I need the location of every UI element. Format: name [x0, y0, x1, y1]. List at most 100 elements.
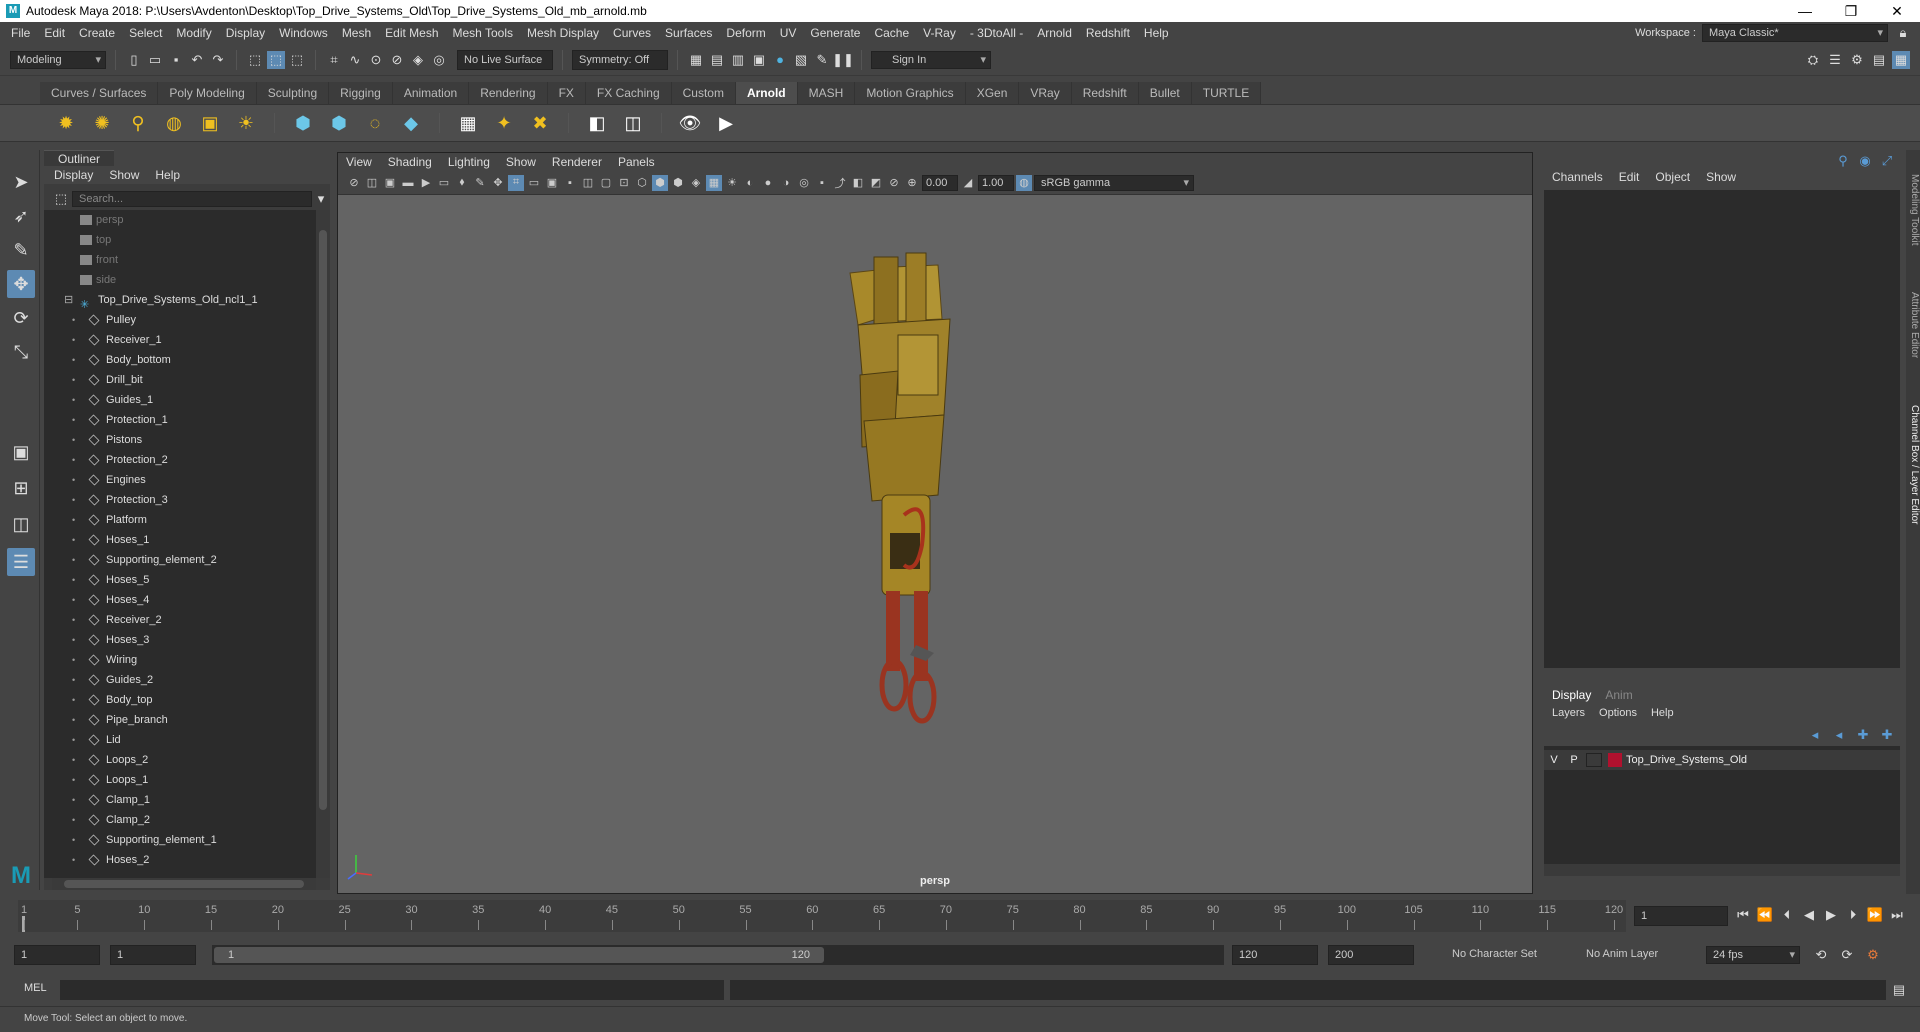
play-forward-icon[interactable]: ▶: [1822, 906, 1840, 924]
shelf-tab-vray[interactable]: VRay: [1019, 82, 1072, 104]
outliner-search-input[interactable]: Search...: [72, 191, 312, 207]
image-plane-icon[interactable]: ▬: [400, 175, 416, 191]
outliner-mesh-item[interactable]: Pistons •: [44, 430, 316, 450]
outliner-mesh-item[interactable]: Protection_3 •: [44, 490, 316, 510]
outliner-camera-item[interactable]: front: [44, 250, 316, 270]
outliner-mesh-item[interactable]: Body_bottom •: [44, 350, 316, 370]
layer-row[interactable]: V P Top_Drive_Systems_Old: [1544, 750, 1900, 770]
shelf-tab-arnold[interactable]: Arnold: [735, 82, 798, 104]
save-scene-icon[interactable]: ▪: [167, 51, 185, 69]
scene-start-field[interactable]: 1: [14, 945, 100, 965]
smooth-shade-icon[interactable]: ⬢: [652, 174, 668, 191]
lock-icon[interactable]: 🔒︎: [1894, 24, 1912, 42]
render-setup-icon[interactable]: ▧: [792, 51, 810, 69]
render-settings-icon[interactable]: ▣: [750, 51, 768, 69]
outliner-mesh-item[interactable]: Hoses_3 •: [44, 630, 316, 650]
hypershade-icon[interactable]: ●: [771, 51, 789, 69]
menu-uv[interactable]: UV: [773, 26, 804, 40]
outliner-mesh-item[interactable]: Loops_2 •: [44, 750, 316, 770]
snap-point-icon[interactable]: ⊙: [367, 51, 385, 69]
minimize-button[interactable]: —: [1782, 3, 1828, 19]
outliner-camera-item[interactable]: side: [44, 270, 316, 290]
lasso-tool-icon[interactable]: ➶: [7, 202, 35, 230]
exposure-icon[interactable]: ⊕: [904, 175, 920, 191]
create-standin-icon[interactable]: ⬢: [289, 109, 317, 137]
step-forward-key-icon[interactable]: ⏩: [1866, 906, 1884, 924]
outliner-mesh-item[interactable]: Wiring •: [44, 650, 316, 670]
menu-surfaces[interactable]: Surfaces: [658, 26, 719, 40]
select-object-icon[interactable]: ⬚: [267, 50, 285, 69]
viewport-canvas[interactable]: persp: [338, 195, 1532, 893]
safe-title-icon[interactable]: ⊡: [616, 175, 632, 191]
go-to-end-icon[interactable]: ⏭: [1888, 906, 1906, 924]
menu-arnold[interactable]: Arnold: [1030, 26, 1079, 40]
wireframe-on-shaded-icon[interactable]: ⬢: [670, 175, 686, 191]
step-forward-frame-icon[interactable]: ⏵: [1844, 906, 1862, 924]
outliner-mesh-item[interactable]: Protection_1 •: [44, 410, 316, 430]
area-light-icon[interactable]: ✹: [52, 109, 80, 137]
gamma-icon[interactable]: ◢: [960, 175, 976, 191]
redo-icon[interactable]: ↷: [209, 51, 227, 69]
move-layer-down-icon[interactable]: ◂: [1830, 726, 1848, 744]
loop-icon[interactable]: ⟲: [1812, 946, 1830, 964]
channel-menu-object[interactable]: Object: [1655, 168, 1706, 186]
range-handle[interactable]: 1 120: [214, 947, 824, 963]
color-management-icon[interactable]: ◍: [1016, 174, 1032, 191]
outliner-camera-item[interactable]: top: [44, 230, 316, 250]
menu-set-dropdown[interactable]: Modeling: [10, 50, 106, 69]
persp-outliner-icon[interactable]: ◫: [7, 510, 35, 538]
menu-select[interactable]: Select: [122, 26, 169, 40]
attribute-editor-icon[interactable]: ☰: [1826, 51, 1844, 69]
layer-color-swatch[interactable]: [1608, 753, 1622, 767]
menu-file[interactable]: File: [4, 26, 37, 40]
outliner-horizontal-scrollbar[interactable]: [52, 878, 316, 890]
live-surface-field[interactable]: No Live Surface: [457, 49, 553, 70]
character-set-dropdown[interactable]: No Character Set: [1446, 945, 1566, 965]
wireframe-icon[interactable]: ⬡: [634, 175, 650, 191]
menu-redshift[interactable]: Redshift: [1079, 26, 1137, 40]
flush-caches-icon[interactable]: ✦: [490, 109, 518, 137]
motion-blur-icon[interactable]: ●: [760, 175, 776, 191]
resolution-gate-icon[interactable]: ▣: [544, 175, 560, 191]
shelf-tab-turtle[interactable]: TURTLE: [1191, 82, 1262, 104]
animation-prefs-icon[interactable]: ⚙: [1864, 946, 1882, 964]
menu-windows[interactable]: Windows: [272, 26, 335, 40]
shelf-tab-rendering[interactable]: Rendering: [469, 82, 548, 104]
move-tool-icon[interactable]: ✥: [7, 270, 35, 298]
create-curve-collector-icon[interactable]: ◌: [361, 109, 389, 137]
xray-icon[interactable]: ⤴: [832, 175, 848, 191]
outliner-tab[interactable]: Outliner: [44, 150, 115, 166]
layer-editor-icon[interactable]: ▦: [1892, 50, 1910, 69]
snap-curve-icon[interactable]: ∿: [346, 51, 364, 69]
remove-caches-icon[interactable]: ✖: [526, 109, 554, 137]
channel-box-area[interactable]: [1544, 190, 1900, 668]
layer-tab-anim[interactable]: Anim: [1605, 686, 1646, 704]
layer-menu-options[interactable]: Options: [1599, 704, 1651, 722]
outliner-mesh-item[interactable]: Hoses_2 •: [44, 850, 316, 870]
camera-attr-icon[interactable]: ◫: [364, 175, 380, 191]
menu-edit[interactable]: Edit: [37, 26, 72, 40]
grid-icon[interactable]: ⌗: [508, 174, 524, 191]
sign-in-button[interactable]: Sign In: [871, 50, 991, 69]
outliner-mesh-item[interactable]: Lid •: [44, 730, 316, 750]
backface-culling-icon[interactable]: ⊘: [886, 175, 902, 191]
outliner-mesh-item[interactable]: Platform •: [44, 510, 316, 530]
snap-view-icon[interactable]: ⊘: [388, 51, 406, 69]
pin-icon[interactable]: ⬧: [454, 175, 470, 191]
paint-select-icon[interactable]: ✎: [7, 236, 35, 264]
outliner-mesh-item[interactable]: Supporting_element_1 •: [44, 830, 316, 850]
command-input[interactable]: [60, 980, 724, 1000]
anim-layer-dropdown[interactable]: No Anim Layer: [1580, 945, 1680, 965]
xray-joints-icon[interactable]: ◧: [850, 175, 866, 191]
menu-mesh[interactable]: Mesh: [335, 26, 378, 40]
material-icon[interactable]: ◧: [583, 109, 611, 137]
shelf-tab-animation[interactable]: Animation: [392, 82, 470, 104]
camera-icon[interactable]: ▶: [418, 175, 434, 191]
select-component-icon[interactable]: ⬚: [288, 51, 306, 69]
scroll-thumb[interactable]: [319, 230, 327, 810]
modeling-toolkit-icon[interactable]: ⛭: [1804, 51, 1822, 69]
outliner-layout-icon[interactable]: ☰: [7, 548, 35, 576]
menu-edit-mesh[interactable]: Edit Mesh: [378, 26, 445, 40]
light-portal-icon[interactable]: ▣: [196, 109, 224, 137]
scroll-thumb[interactable]: [64, 880, 304, 888]
